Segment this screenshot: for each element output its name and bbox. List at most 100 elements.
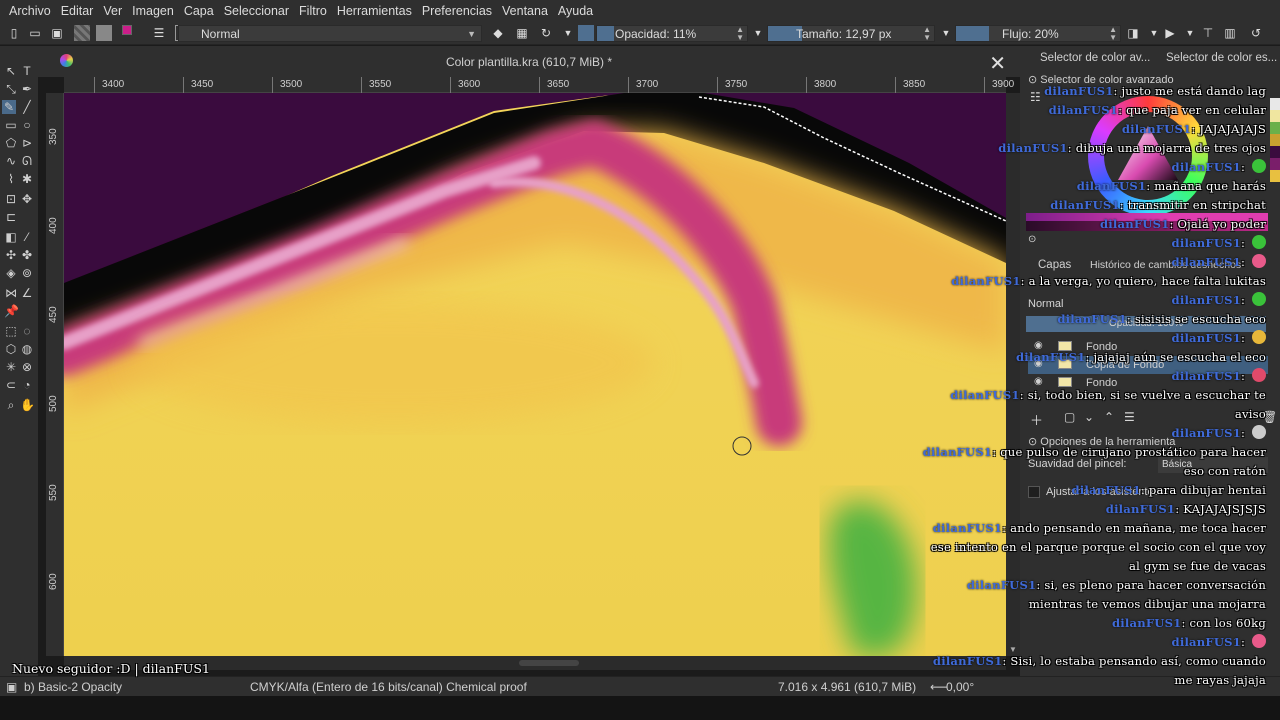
enclose-fill-tool-icon[interactable]: ⊚ — [20, 266, 34, 280]
chevron-down-icon[interactable]: ▼ — [1182, 25, 1198, 41]
document-tab-title[interactable]: Color plantilla.kra (610,7 MiB) * — [38, 55, 1020, 69]
menu-capa[interactable]: Capa — [179, 4, 219, 18]
polygonal-selection-tool-icon[interactable]: ⬡ — [4, 342, 18, 356]
multibrush-tool-icon[interactable]: ✱ — [20, 172, 34, 186]
assistant-tool-icon[interactable]: ⋈ — [4, 286, 18, 300]
open-document-icon[interactable]: ▭ — [27, 25, 43, 41]
smart-patch-tool-icon[interactable]: ✤ — [20, 248, 34, 262]
eraser-icon[interactable]: ◆ — [490, 25, 506, 41]
calligraphy-tool-icon[interactable]: ✒ — [20, 82, 34, 96]
color-picker-tool-icon[interactable]: ⁄ — [20, 230, 34, 244]
select-shapes-tool-icon[interactable]: ↖ — [4, 64, 18, 78]
canvas[interactable] — [64, 93, 1006, 656]
recent-color-swatch[interactable] — [1270, 158, 1280, 170]
menu-seleccionar[interactable]: Seleccionar — [219, 4, 294, 18]
chevron-down-icon[interactable]: ▼ — [750, 25, 766, 41]
chat-message: dilanFUS1: — [920, 234, 1266, 253]
undo-icon[interactable]: ↺ — [1248, 25, 1264, 41]
tab-specific-color-selector[interactable]: Selector de color es... — [1166, 52, 1277, 72]
menu-filtro[interactable]: Filtro — [294, 4, 332, 18]
blend-mode-value: Normal — [201, 26, 240, 41]
chevron-down-icon[interactable]: ▼ — [560, 25, 576, 41]
freehand-selection-tool-icon[interactable]: ◍ — [20, 342, 34, 356]
measure-tool-icon[interactable]: ∠ — [20, 286, 34, 300]
freehand-path-tool-icon[interactable]: ᘏ — [20, 154, 34, 168]
pan-tool-icon[interactable]: ✋ — [20, 398, 35, 412]
chat-text: jajajaj aún se escucha el eco — [1093, 350, 1266, 364]
spinner-arrows-icon[interactable]: ▲ ▼ — [1109, 26, 1117, 42]
foreground-color-swatch[interactable] — [122, 25, 132, 35]
spinner-arrows-icon[interactable]: ▲ ▼ — [923, 26, 931, 42]
menu-herramientas[interactable]: Herramientas — [332, 4, 417, 18]
menu-archivo[interactable]: Archivo — [4, 4, 56, 18]
close-icon[interactable]: ✕ — [989, 51, 1006, 76]
wrap-around-icon[interactable]: ⊤ — [1200, 25, 1216, 41]
contiguous-selection-tool-icon[interactable]: ✳ — [4, 360, 18, 374]
edit-shapes-tool-icon[interactable]: ⤡ — [4, 82, 18, 96]
transform-tool-icon[interactable]: ⊡ — [4, 192, 18, 206]
tab-advanced-color-selector[interactable]: Selector de color av... — [1040, 52, 1150, 72]
mirror-horizontal-icon[interactable]: ◨ — [1125, 25, 1141, 41]
bezier-tool-icon[interactable]: ∿ — [4, 154, 18, 168]
dynamic-brush-tool-icon[interactable]: ⌇ — [4, 172, 18, 186]
rectangular-selection-tool-icon[interactable]: ⬚ — [4, 324, 18, 338]
line-tool-icon[interactable]: ╱ — [20, 100, 34, 114]
opacity-slider[interactable]: Opacidad: 11% ▲ ▼ — [596, 25, 748, 42]
gradient-tool-icon[interactable]: ◧ — [4, 230, 18, 244]
chat-separator: : — [1020, 274, 1029, 288]
menu-imagen[interactable]: Imagen — [127, 4, 179, 18]
polyline-tool-icon[interactable]: ⊳ — [20, 136, 34, 150]
menu-editar[interactable]: Editar — [56, 4, 99, 18]
bezier-selection-tool-icon[interactable]: ⊂ — [4, 378, 18, 392]
size-slider[interactable]: Tamaño: 12,97 px ▲ ▼ — [767, 25, 935, 42]
reload-preset-icon[interactable]: ↻ — [538, 25, 554, 41]
polygon-tool-icon[interactable]: ⬠ — [4, 136, 18, 150]
brush-settings-icon[interactable]: ☰ — [151, 25, 167, 41]
crop-tool-icon[interactable]: ⊏ — [4, 210, 18, 224]
recent-color-swatch[interactable] — [1270, 146, 1280, 158]
recent-color-swatch[interactable] — [1270, 122, 1280, 134]
alpha-lock-icon[interactable]: ▦ — [514, 25, 530, 41]
freehand-brush-tool-icon[interactable]: ✎ — [2, 100, 16, 114]
chevron-down-icon[interactable]: ▼ — [1146, 25, 1162, 41]
menu-ventana[interactable]: Ventana — [497, 4, 553, 18]
blend-mode-select[interactable]: Normal ▼ — [178, 25, 482, 42]
rectangle-tool-icon[interactable]: ▭ — [4, 118, 18, 132]
fg-bg-color-icon[interactable] — [122, 25, 138, 41]
recent-color-swatch[interactable] — [1270, 110, 1280, 122]
recent-color-swatch[interactable] — [1270, 134, 1280, 146]
save-document-icon[interactable]: ▣ — [49, 25, 65, 41]
chevron-down-icon[interactable]: ▼ — [938, 25, 954, 41]
text-tool-icon[interactable]: T — [20, 64, 34, 78]
mirror-vertical-icon[interactable]: ▶ — [1162, 25, 1178, 41]
menu-ayuda[interactable]: Ayuda — [553, 4, 598, 18]
chat-message: dilanFUS1: sisisis se escucha eco — [920, 310, 1266, 329]
fill-tool-icon[interactable]: ◈ — [4, 266, 18, 280]
elliptical-selection-tool-icon[interactable]: ◌ — [20, 324, 34, 338]
ellipse-tool-icon[interactable]: ○ — [20, 118, 34, 132]
status-brush-name: b) Basic-2 Opacity — [24, 680, 123, 694]
pattern-preset-icon[interactable] — [96, 25, 112, 41]
chat-username: dilanFUS1 — [1111, 616, 1182, 630]
ruler-label: 3400 — [102, 79, 125, 90]
recent-color-swatch[interactable] — [1270, 170, 1280, 182]
spinner-arrows-icon[interactable]: ▲ ▼ — [736, 26, 744, 42]
colorize-mask-tool-icon[interactable]: ✣ — [4, 248, 18, 262]
similar-color-selection-tool-icon[interactable]: ⊗ — [20, 360, 34, 374]
menu-preferencias[interactable]: Preferencias — [417, 4, 497, 18]
reference-images-tool-icon[interactable]: 📌 — [4, 304, 19, 318]
flow-slider[interactable]: Flujo: 20% ▲ ▼ — [955, 25, 1121, 42]
size-slider-label: Tamaño: 12,97 px — [796, 26, 892, 41]
recent-color-swatch[interactable] — [1270, 98, 1280, 110]
brush-preset-icon[interactable]: ▣ — [6, 680, 17, 694]
zoom-tool-icon[interactable]: ⌕ — [4, 398, 18, 412]
canvas-only-icon[interactable]: ▥ — [1222, 25, 1238, 41]
new-document-icon[interactable]: ▯ — [6, 25, 22, 41]
move-tool-icon[interactable]: ✥ — [20, 192, 34, 206]
menu-ver[interactable]: Ver — [98, 4, 127, 18]
horizontal-scrollbar-thumb[interactable] — [519, 660, 579, 666]
ruler-label: 400 — [48, 217, 59, 234]
ruler-label: 3650 — [547, 79, 570, 90]
gradient-preset-icon[interactable] — [74, 25, 90, 41]
magnetic-selection-tool-icon[interactable]: ◔ — [20, 378, 34, 392]
